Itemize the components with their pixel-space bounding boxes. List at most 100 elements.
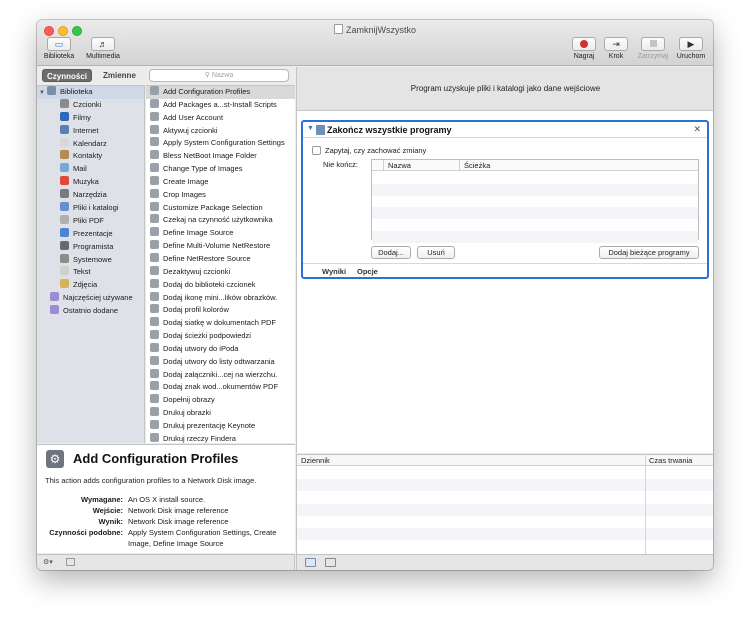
add-app-button[interactable]: Dodaj... <box>371 246 411 259</box>
sidebar-item-czcionki[interactable]: Czcionki <box>37 98 144 112</box>
list-item[interactable]: Define Multi-Volume NetRestore <box>146 240 295 253</box>
sidebar-item-pliki-pdf[interactable]: Pliki PDF <box>37 214 144 228</box>
list-item[interactable]: Bless NetBoot Image Folder <box>146 150 295 163</box>
list-item[interactable]: Dezaktywuj czcionki <box>146 265 295 279</box>
close-icon[interactable]: ✕ <box>693 124 701 135</box>
list-item[interactable]: Define NetRestore Source <box>146 252 295 266</box>
sidebar-item-internet[interactable]: Internet <box>37 124 144 138</box>
library-bottom-bar: ⚙▾ <box>37 554 295 570</box>
sidebar-item-label: Pliki i katalogi <box>73 203 119 213</box>
sidebar-item-mail[interactable]: Mail <box>37 163 144 176</box>
log-column-duration[interactable]: Czas trwania <box>645 455 713 466</box>
remove-app-button[interactable]: Usuń <box>417 246 455 259</box>
gear-menu-icon[interactable]: ⚙▾ <box>43 558 53 568</box>
list-item[interactable]: Dodaj utwory do listy odtwarzania <box>146 355 295 369</box>
tab-variables[interactable]: Zmienne <box>99 69 140 82</box>
list-item[interactable]: Apply System Configuration Settings <box>146 137 295 150</box>
step-button[interactable]: ⇥ Krok <box>603 37 629 60</box>
list-item[interactable]: Add User Account <box>146 111 295 125</box>
muzyka-icon <box>60 176 69 186</box>
sidebar-item-systemowe[interactable]: Systemowe <box>37 253 144 267</box>
list-item[interactable]: Add Configuration Profiles <box>146 86 295 99</box>
list-item[interactable]: Drukuj obrazki <box>146 407 295 420</box>
table-row <box>372 183 698 196</box>
sidebar-item-label: Kalendarz <box>73 138 107 148</box>
sidebar-item-ostatnio-dodane[interactable]: Ostatnio dodane <box>37 305 144 318</box>
sidebar-item-kalendarz[interactable]: Kalendarz <box>37 137 144 151</box>
field-value: 1.2 <box>128 552 288 553</box>
list-item[interactable]: Dodaj siatkę w dokumentach PDF <box>146 317 295 330</box>
field-value: An OS X install source. <box>128 495 206 504</box>
list-item[interactable]: Drukuj rzeczy Findera <box>146 432 295 443</box>
add-current-apps-button[interactable]: Dodaj bieżące programy <box>599 246 699 259</box>
sidebar-item-zdjecia[interactable]: Zdjęcia <box>37 279 144 292</box>
list-item[interactable]: Define Image Source <box>146 227 295 240</box>
sidebar-item-filmy[interactable]: Filmy <box>37 111 144 125</box>
record-button[interactable]: Nagraj <box>569 37 599 60</box>
disclosure-triangle-icon[interactable]: ▼ <box>39 87 47 100</box>
sidebar-item-tekst[interactable]: Tekst <box>37 266 144 279</box>
dont-quit-table[interactable]: Nazwa Ścieżka <box>371 159 699 243</box>
list-item[interactable]: Dodaj utwory do iPoda <box>146 342 295 356</box>
list-item[interactable]: Dodaj załączniki...cej na wierzchu. <box>146 368 295 382</box>
sidebar-item-programista[interactable]: Programista <box>37 240 144 254</box>
table-row <box>372 231 698 243</box>
list-item[interactable]: Dodaj profil kolorów <box>146 304 295 317</box>
sidebar-item-pliki-i-katalogi[interactable]: Pliki i katalogi <box>37 202 144 215</box>
action-icon <box>150 368 159 378</box>
workflow-area[interactable]: Program uzyskuje pliki i katalogi jako d… <box>296 67 713 453</box>
list-item[interactable]: Czekaj na czynność użytkownika <box>146 214 295 227</box>
list-item[interactable]: Add Packages a...st-Install Scripts <box>146 98 295 112</box>
action-label: Crop Images <box>163 189 206 199</box>
sidebar-item-label: Muzyka <box>73 177 99 187</box>
results-tab[interactable]: Wyniki <box>322 267 346 276</box>
list-item[interactable]: Dodaj do biblioteki czcionek <box>146 278 295 292</box>
list-item[interactable]: Aktywuj czcionki <box>146 124 295 138</box>
action-label: Define NetRestore Source <box>163 253 251 263</box>
library-button[interactable]: ▭ Biblioteka <box>41 37 77 60</box>
action-label: Add Packages a...st-Install Scripts <box>163 99 277 109</box>
split-view-icon[interactable] <box>325 558 336 567</box>
sidebar-item-narzedzia[interactable]: Narzędzia <box>37 189 144 202</box>
najczesciej-uzywane-icon <box>50 292 59 302</box>
category-list: ▼ Biblioteka Czcionki Filmy Internet Kalendar… <box>37 85 145 443</box>
tab-actions[interactable]: Czynności <box>42 69 93 82</box>
action-icon <box>150 214 159 224</box>
sidebar-item-kontakty[interactable]: Kontakty <box>37 150 144 163</box>
list-view-icon[interactable] <box>305 558 316 567</box>
list-item[interactable]: Customize Package Selection <box>146 201 295 215</box>
tekst-icon <box>60 266 69 276</box>
list-item[interactable]: Dodaj znak wod...okumentów PDF <box>146 381 295 394</box>
action-label: Dodaj ikonę mini...lików obrazków. <box>163 292 278 302</box>
table-column-name[interactable]: Nazwa <box>384 160 460 171</box>
table-column-path[interactable]: Ścieżka <box>460 160 698 171</box>
ask-to-save-checkbox[interactable] <box>312 146 321 155</box>
sidebar-item-muzyka[interactable]: Muzyka <box>37 176 144 189</box>
list-item[interactable]: Change Type of Images <box>146 163 295 176</box>
list-item[interactable]: Create Image <box>146 175 295 189</box>
pliki-pdf-icon <box>60 214 69 224</box>
list-item[interactable]: Dodaj ścieżki podpowiedzi <box>146 330 295 343</box>
sidebar-item-label: Kontakty <box>73 151 103 161</box>
stop-icon <box>641 37 665 51</box>
action-label: Define Multi-Volume NetRestore <box>163 241 271 251</box>
list-item[interactable]: Dopełnij obrazy <box>146 394 295 407</box>
media-button[interactable]: ♬ Multimedia <box>82 37 124 60</box>
toggle-description-icon[interactable] <box>66 558 75 566</box>
stop-button[interactable]: Zatrzymaj <box>633 37 673 60</box>
collapse-triangle-icon[interactable]: ▼ <box>307 125 314 132</box>
list-item[interactable]: Crop Images <box>146 188 295 202</box>
sidebar-item-najczesciej-uzywane[interactable]: Najczęściej używane <box>37 292 144 305</box>
quit-all-apps-action[interactable]: ▼ Zakończ wszystkie programy ✕ Zapytaj, … <box>301 120 709 279</box>
prezentacje-icon <box>60 227 69 237</box>
search-input[interactable]: ⚲ Nazwa <box>149 69 289 82</box>
sidebar-item-biblioteka[interactable]: ▼ Biblioteka <box>37 86 144 99</box>
description-summary: This action adds configuration profiles … <box>45 476 257 485</box>
list-item[interactable]: Drukuj prezentację Keynote <box>146 419 295 433</box>
sidebar-item-prezentacje[interactable]: Prezentacje <box>37 227 144 241</box>
run-button[interactable]: ▶ Uruchom <box>673 37 709 60</box>
options-tab[interactable]: Opcje <box>357 267 378 276</box>
list-item[interactable]: Dodaj ikonę mini...lików obrazków. <box>146 291 295 305</box>
log-column-log[interactable]: Dziennik <box>297 455 645 466</box>
action-icon <box>150 163 159 173</box>
